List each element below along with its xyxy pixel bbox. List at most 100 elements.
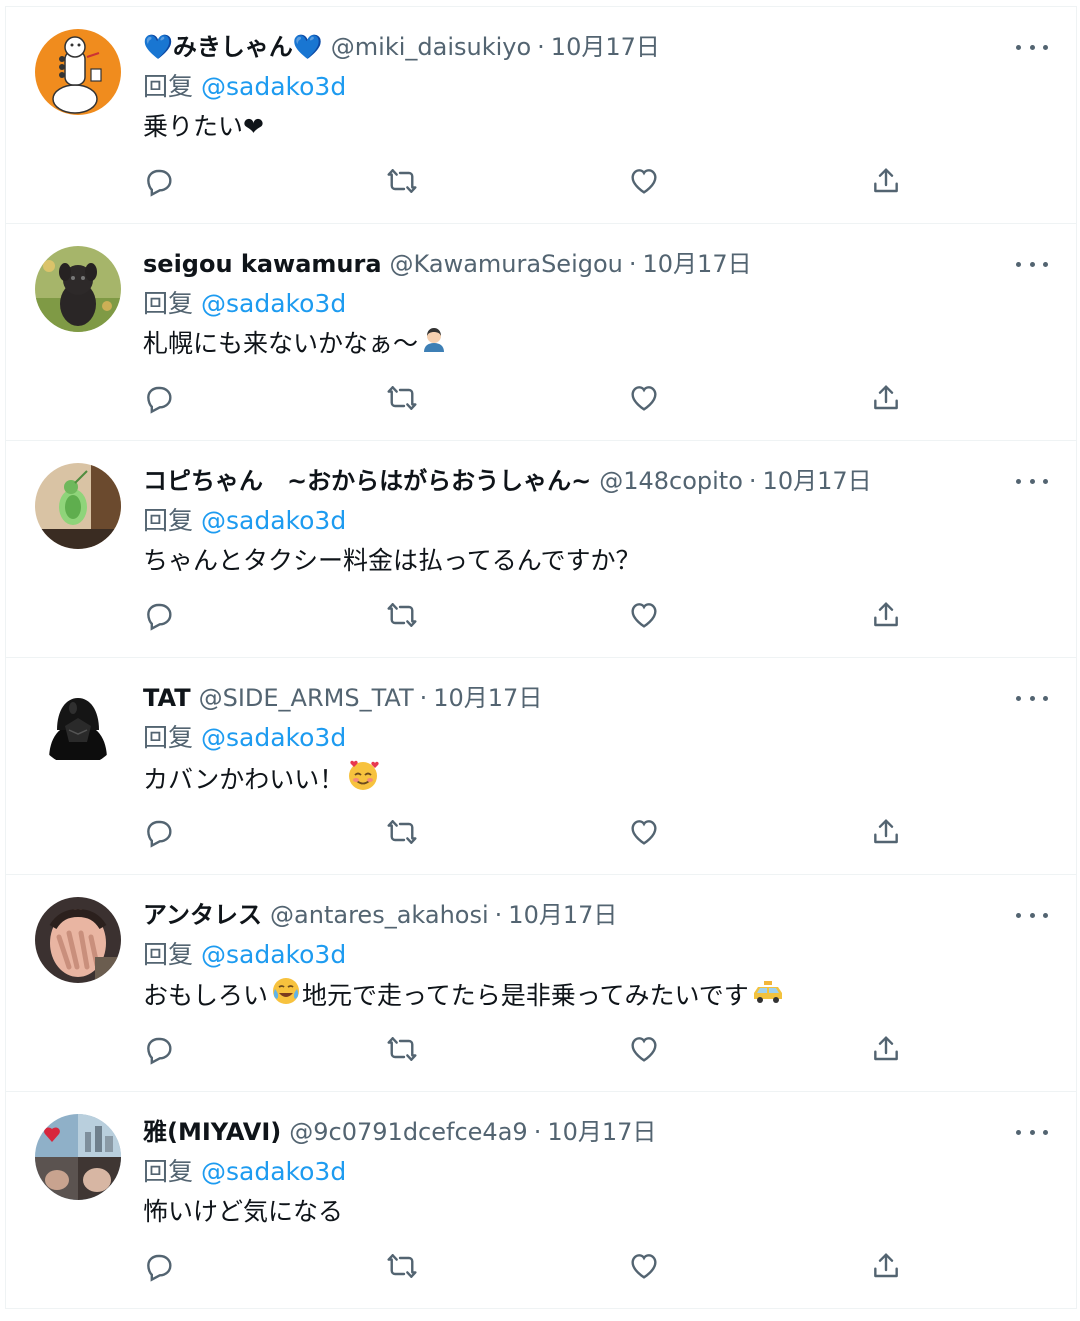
mention-link[interactable]: @sadako3d	[201, 72, 346, 101]
tweet-actions	[143, 1250, 903, 1290]
separator-dot: ·	[533, 1118, 542, 1146]
tweet-actions	[143, 816, 903, 856]
tweet-text: 乗りたい❤	[143, 112, 264, 141]
reply-prefix: 回复	[143, 940, 194, 969]
user-handle[interactable]: @KawamuraSeigou	[390, 244, 623, 284]
tweet[interactable]: seigou kawamura @KawamuraSeigou · 10月17日…	[6, 224, 1076, 441]
more-icon[interactable]	[1016, 33, 1048, 61]
separator-dot: ·	[419, 684, 428, 712]
reply-context: 回复 @sadako3d	[143, 935, 1056, 975]
avatar[interactable]	[35, 246, 121, 332]
separator-dot: ·	[537, 33, 545, 61]
reply-prefix: 回复	[143, 506, 194, 535]
user-handle[interactable]: @miki_daisukiyo	[331, 27, 531, 67]
crying-laughing-emoji-icon	[270, 975, 302, 1019]
user-handle[interactable]: @148copito	[599, 461, 743, 501]
avatar[interactable]	[35, 463, 121, 549]
reply-prefix: 回复	[143, 289, 194, 318]
tweet[interactable]: TAT @SIDE_ARMS_TAT · 10月17日 回复 @sadako3d …	[6, 658, 1076, 875]
timestamp[interactable]: 10月17日	[508, 895, 617, 935]
tweet[interactable]: 💙みきしゃん💙 @miki_daisukiyo · 10月17日 回复 @sada…	[6, 7, 1076, 224]
share-icon[interactable]	[870, 816, 906, 852]
more-icon[interactable]	[1016, 1118, 1048, 1146]
user-handle[interactable]: @antares_akahosi	[270, 895, 489, 935]
like-icon[interactable]	[628, 1033, 664, 1069]
separator-dot: ·	[628, 250, 637, 278]
avatar[interactable]	[35, 680, 121, 766]
retweet-icon[interactable]	[386, 1250, 422, 1286]
reply-icon[interactable]	[143, 599, 179, 635]
tweet-text: 札幌にも来ないかなぁ〜	[143, 324, 1056, 364]
user-handle[interactable]: @9c0791dcefce4a9	[289, 1112, 527, 1152]
timestamp[interactable]: 10月17日	[433, 678, 542, 718]
reply-context: 回复 @sadako3d	[143, 1152, 1056, 1192]
share-icon[interactable]	[870, 1033, 906, 1069]
tweet-text-content: カバンかわいい！	[143, 765, 345, 794]
tweet-text: ちゃんとタクシー料金は払ってるんですか？	[143, 546, 641, 575]
display-name[interactable]: TAT	[143, 678, 191, 718]
display-name[interactable]: seigou kawamura	[143, 244, 382, 284]
tweet[interactable]: コピちゃん ~おからはがらおうしゃん~ @148copito · 10月17日 …	[6, 441, 1076, 658]
more-icon[interactable]	[1016, 250, 1048, 278]
tweet-text: おもしろい 地元で走ってたら是非乗ってみたいです	[143, 975, 1056, 1015]
timestamp[interactable]: 10月17日	[643, 244, 752, 284]
reply-context: 回复 @sadako3d	[143, 67, 1056, 107]
reply-context: 回复 @sadako3d	[143, 284, 1056, 324]
reply-context: 回复 @sadako3d	[143, 718, 1056, 758]
smiling-face-with-hearts-icon	[346, 758, 380, 804]
retweet-icon[interactable]	[386, 599, 422, 635]
like-icon[interactable]	[628, 1250, 664, 1286]
avatar[interactable]	[35, 897, 121, 983]
display-name[interactable]: コピちゃん ~おからはがらおうしゃん~	[143, 461, 591, 501]
tweet[interactable]: 雅(MIYAVI) @9c0791dcefce4a9 · 10月17日 回复 @s…	[6, 1092, 1076, 1309]
display-name[interactable]: 💙みきしゃん💙	[143, 27, 323, 67]
tweet-text-continuation: 地元で走ってたら是非乗ってみたいです	[302, 981, 749, 1010]
more-icon[interactable]	[1016, 467, 1048, 495]
mention-link[interactable]: @sadako3d	[201, 289, 346, 318]
share-icon[interactable]	[870, 382, 906, 418]
retweet-icon[interactable]	[386, 816, 422, 852]
display-name[interactable]: 雅(MIYAVI)	[143, 1112, 281, 1152]
mention-link[interactable]: @sadako3d	[201, 940, 346, 969]
share-icon[interactable]	[870, 599, 906, 635]
taxi-emoji-icon	[751, 977, 785, 1017]
mention-link[interactable]: @sadako3d	[201, 506, 346, 535]
reply-prefix: 回复	[143, 1157, 194, 1186]
retweet-icon[interactable]	[386, 382, 422, 418]
separator-dot: ·	[494, 901, 503, 929]
display-name[interactable]: アンタレス	[143, 895, 262, 935]
tweet[interactable]: アンタレス @antares_akahosi · 10月17日 回复 @sadak…	[6, 875, 1076, 1092]
tweet-text-content: おもしろい	[143, 981, 269, 1010]
timestamp[interactable]: 10月17日	[763, 461, 872, 501]
tweet-actions	[143, 165, 903, 205]
reply-icon[interactable]	[143, 1033, 179, 1069]
timestamp[interactable]: 10月17日	[551, 27, 660, 67]
reply-icon[interactable]	[143, 1250, 179, 1286]
like-icon[interactable]	[628, 599, 664, 635]
reply-context: 回复 @sadako3d	[143, 501, 1056, 541]
mention-link[interactable]: @sadako3d	[201, 723, 346, 752]
user-handle[interactable]: @SIDE_ARMS_TAT	[199, 678, 414, 718]
retweet-icon[interactable]	[386, 165, 422, 201]
tweet-feed: 💙みきしゃん💙 @miki_daisukiyo · 10月17日 回复 @sada…	[5, 6, 1077, 1309]
reply-icon[interactable]	[143, 382, 179, 418]
tweet-actions	[143, 599, 903, 639]
timestamp[interactable]: 10月17日	[547, 1112, 656, 1152]
more-icon[interactable]	[1016, 684, 1048, 712]
like-icon[interactable]	[628, 816, 664, 852]
reply-prefix: 回复	[143, 723, 194, 752]
mention-link[interactable]: @sadako3d	[201, 1157, 346, 1186]
avatar[interactable]	[35, 1114, 121, 1200]
avatar[interactable]	[35, 29, 121, 115]
tweet-actions	[143, 1033, 903, 1073]
woman-emoji-icon	[420, 325, 448, 365]
share-icon[interactable]	[870, 1250, 906, 1286]
more-icon[interactable]	[1016, 901, 1048, 929]
like-icon[interactable]	[628, 165, 664, 201]
tweet-text: カバンかわいい！	[143, 758, 1056, 798]
reply-icon[interactable]	[143, 165, 179, 201]
like-icon[interactable]	[628, 382, 664, 418]
retweet-icon[interactable]	[386, 1033, 422, 1069]
reply-icon[interactable]	[143, 816, 179, 852]
share-icon[interactable]	[870, 165, 906, 201]
